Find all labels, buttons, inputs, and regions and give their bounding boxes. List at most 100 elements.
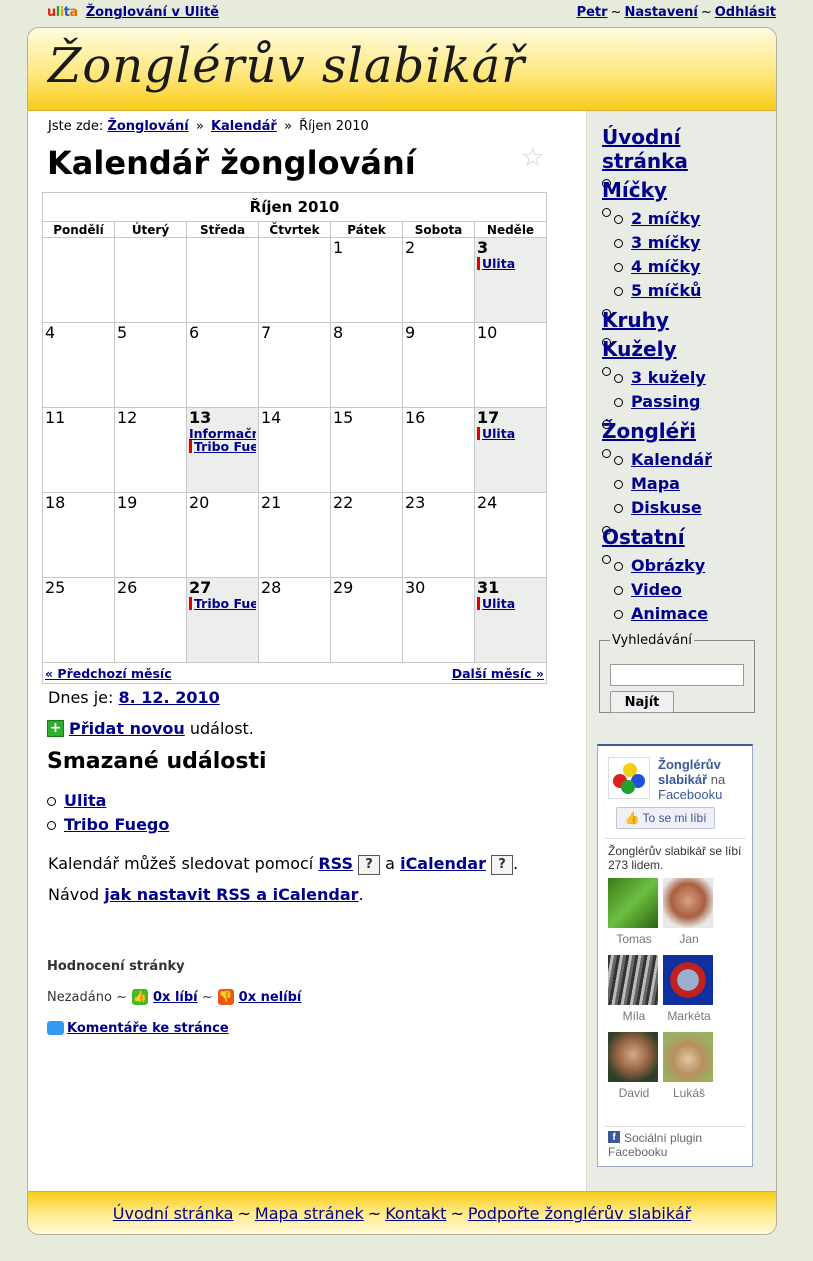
- calendar-day[interactable]: 12: [114, 407, 187, 493]
- footer-sitemap-link[interactable]: Mapa stránek: [255, 1204, 364, 1223]
- breadcrumb-item-juggling[interactable]: Žonglování: [107, 119, 188, 134]
- calendar-event-link[interactable]: Ulita: [477, 427, 544, 440]
- nav-link-discussion[interactable]: Diskuse: [631, 498, 702, 517]
- nav-link-animations[interactable]: Animace: [631, 604, 708, 623]
- footer-home-link[interactable]: Úvodní stránka: [113, 1204, 234, 1223]
- site-title[interactable]: Žonglérův slabikář: [48, 38, 525, 94]
- calendar-day[interactable]: 5: [114, 322, 187, 408]
- today-date-link[interactable]: 8. 12. 2010: [119, 688, 220, 707]
- calendar-day[interactable]: 24: [474, 492, 547, 578]
- icalendar-link[interactable]: iCalendar: [400, 854, 486, 873]
- help-rss-button[interactable]: ?: [358, 854, 381, 875]
- calendar-day[interactable]: 3 Ulita: [474, 237, 547, 323]
- nav-link-other[interactable]: Ostatní: [602, 525, 685, 549]
- nav-link-5-balls[interactable]: 5 míčků: [631, 281, 701, 300]
- calendar-day[interactable]: 9: [402, 322, 475, 408]
- calendar-day[interactable]: 4: [42, 322, 115, 408]
- calendar-day[interactable]: 1: [330, 237, 403, 323]
- fan-item[interactable]: Jan: [663, 878, 715, 946]
- nav-link-4-balls[interactable]: 4 míčky: [631, 257, 700, 276]
- nav-link-3-clubs[interactable]: 3 kužely: [631, 368, 706, 387]
- calendar-day[interactable]: 17 Ulita: [474, 407, 547, 493]
- comment-bubble-icon[interactable]: [47, 1021, 64, 1035]
- add-event-link[interactable]: Přidat novou: [69, 719, 185, 738]
- calendar-day[interactable]: 25: [42, 577, 115, 663]
- settings-link[interactable]: Nastavení: [624, 5, 697, 20]
- calendar-day[interactable]: 18: [42, 492, 115, 578]
- nav-link-balls[interactable]: Míčky: [602, 178, 667, 202]
- calendar-event-link[interactable]: Ulita: [477, 597, 544, 610]
- star-icon[interactable]: ☆: [521, 144, 544, 172]
- deleted-event-link[interactable]: Tribo Fuego: [64, 815, 169, 834]
- calendar-event-link[interactable]: Tribo Fuego: [189, 440, 256, 453]
- calendar-day[interactable]: 6: [186, 322, 259, 408]
- calendar-day[interactable]: 11: [42, 407, 115, 493]
- page-logo[interactable]: [608, 757, 650, 799]
- calendar-event-link[interactable]: Informační...: [189, 427, 256, 440]
- calendar-day[interactable]: 8: [330, 322, 403, 408]
- nav-link-2-balls[interactable]: 2 míčky: [631, 209, 700, 228]
- search-input[interactable]: [610, 664, 744, 686]
- nav-link-jugglers[interactable]: Žongléři: [602, 419, 696, 443]
- site-link[interactable]: Žonglování v Ulitě: [86, 5, 219, 20]
- next-month-link[interactable]: Další měsíc »: [452, 666, 544, 681]
- fan-item[interactable]: Markéta: [663, 955, 715, 1023]
- calendar-day[interactable]: [42, 237, 115, 323]
- calendar-day[interactable]: [114, 237, 187, 323]
- nav-link-calendar[interactable]: Kalendář: [631, 450, 712, 469]
- guide-link[interactable]: jak nastavit RSS a iCalendar: [104, 885, 358, 904]
- calendar-day[interactable]: [186, 237, 259, 323]
- nav-link-video[interactable]: Video: [631, 580, 682, 599]
- prev-month-link[interactable]: « Předchozí měsíc: [45, 666, 172, 681]
- calendar-day[interactable]: 7: [258, 322, 331, 408]
- facebook-site-link[interactable]: Facebooku: [658, 787, 722, 802]
- thumbs-up-icon[interactable]: 👍: [131, 989, 148, 1005]
- calendar-day[interactable]: 30: [402, 577, 475, 663]
- like-link[interactable]: 0x líbí: [153, 990, 198, 1005]
- dislike-link[interactable]: 0x nelíbí: [239, 990, 302, 1005]
- calendar-day[interactable]: 13Informační...Tribo Fuego: [186, 407, 259, 493]
- footer-contact-link[interactable]: Kontakt: [385, 1204, 446, 1223]
- ulita-logo[interactable]: ulita: [47, 5, 78, 20]
- calendar-day[interactable]: 21: [258, 492, 331, 578]
- help-icalendar-button[interactable]: ?: [491, 854, 514, 875]
- user-link[interactable]: Petr: [577, 5, 608, 20]
- calendar-day[interactable]: 2: [402, 237, 475, 323]
- fan-item[interactable]: Míla: [608, 955, 660, 1023]
- calendar-day[interactable]: [258, 237, 331, 323]
- fan-item[interactable]: Tomas: [608, 878, 660, 946]
- calendar-day[interactable]: 20: [186, 492, 259, 578]
- calendar-day[interactable]: 10: [474, 322, 547, 408]
- nav-link-passing[interactable]: Passing: [631, 392, 700, 411]
- plus-icon[interactable]: +: [47, 720, 64, 737]
- calendar-day[interactable]: 23: [402, 492, 475, 578]
- nav-link-rings[interactable]: Kruhy: [602, 308, 669, 332]
- calendar-day[interactable]: 15: [330, 407, 403, 493]
- fan-item[interactable]: Lukáš: [663, 1032, 715, 1100]
- plugin-site-link[interactable]: Facebooku: [608, 1145, 667, 1159]
- calendar-day[interactable]: 22: [330, 492, 403, 578]
- search-button[interactable]: Najít: [610, 691, 674, 713]
- calendar-day[interactable]: 27Tribo Fuego: [186, 577, 259, 663]
- nav-link-3-balls[interactable]: 3 míčky: [631, 233, 700, 252]
- nav-link-map[interactable]: Mapa: [631, 474, 680, 493]
- calendar-day[interactable]: 14: [258, 407, 331, 493]
- nav-link-clubs[interactable]: Kužely: [602, 337, 676, 361]
- breadcrumb-item-calendar[interactable]: Kalendář: [211, 119, 277, 134]
- nav-link-pictures[interactable]: Obrázky: [631, 556, 705, 575]
- footer-support-link[interactable]: Podpořte žonglérův slabikář: [468, 1204, 691, 1223]
- calendar-day[interactable]: 29: [330, 577, 403, 663]
- calendar-day[interactable]: 26: [114, 577, 187, 663]
- rss-link[interactable]: RSS: [318, 854, 353, 873]
- facebook-like-button[interactable]: 👍 To se mi líbí: [616, 807, 715, 829]
- calendar-day[interactable]: 19: [114, 492, 187, 578]
- calendar-event-link[interactable]: Ulita: [477, 257, 544, 270]
- deleted-event-link[interactable]: Ulita: [64, 791, 106, 810]
- calendar-day[interactable]: 28: [258, 577, 331, 663]
- comments-link[interactable]: Komentáře ke stránce: [67, 1021, 229, 1036]
- fan-item[interactable]: David: [608, 1032, 660, 1100]
- nav-link-home[interactable]: Úvodní stránka: [602, 125, 688, 173]
- calendar-day[interactable]: 16: [402, 407, 475, 493]
- calendar-event-link[interactable]: Tribo Fuego: [189, 597, 256, 610]
- calendar-day[interactable]: 31 Ulita: [474, 577, 547, 663]
